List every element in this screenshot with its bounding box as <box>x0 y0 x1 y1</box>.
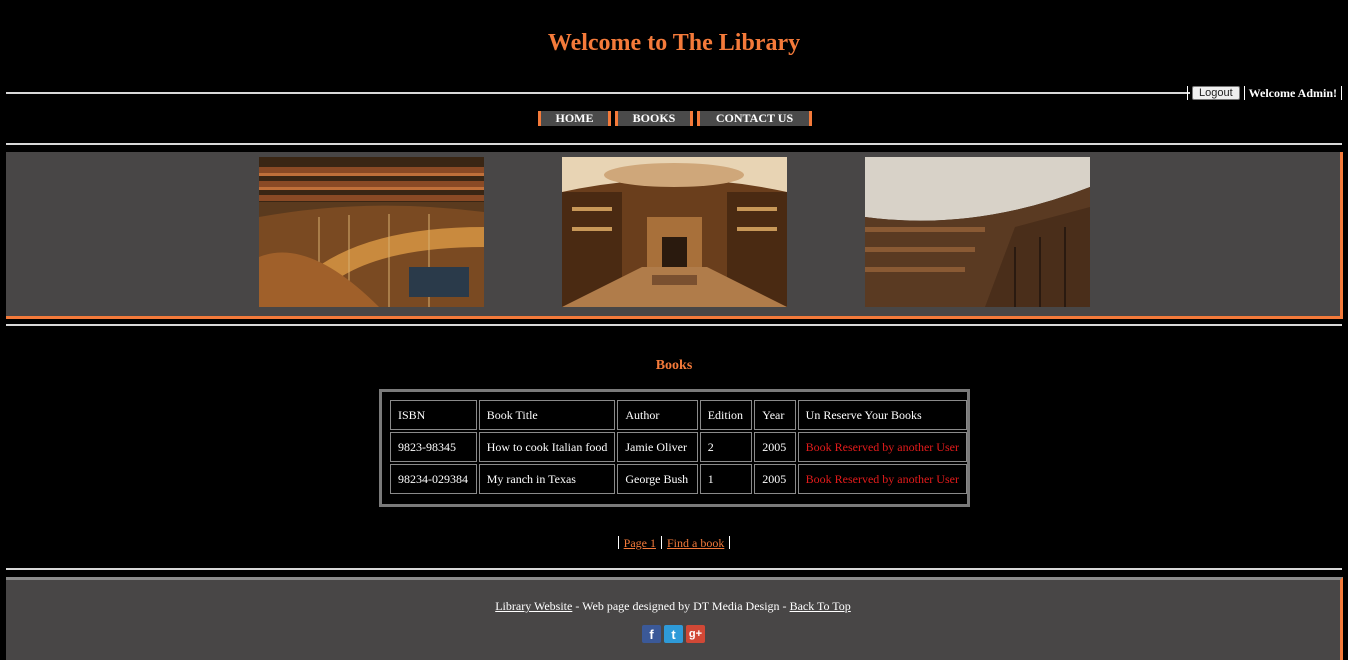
pager: Page 1 Find a book <box>0 536 1348 551</box>
year-cell: 2005 <box>754 464 796 494</box>
author-cell: Jamie Oliver <box>617 432 698 462</box>
twitter-icon[interactable]: t <box>664 625 683 643</box>
find-book-link[interactable]: Find a book <box>667 536 724 550</box>
footer: Library Website - Web page designed by D… <box>6 577 1343 660</box>
pager-separator <box>729 536 731 549</box>
nav-books[interactable]: BOOKS <box>615 111 693 126</box>
welcome-text: Welcome Admin! <box>1248 85 1337 100</box>
footer-text: Library Website - Web page designed by D… <box>6 599 1340 614</box>
reservation-status: Book Reserved by another User <box>797 432 967 462</box>
table-row: 98234-029384 My ranch in Texas George Bu… <box>390 464 967 494</box>
nav-home[interactable]: HOME <box>538 111 611 126</box>
gallery-divider <box>6 324 1342 326</box>
title-cell: My ranch in Texas <box>478 464 616 494</box>
photo-gallery <box>6 152 1343 319</box>
back-to-top-link[interactable]: Back To Top <box>790 599 851 613</box>
column-header: Year <box>754 400 796 430</box>
page-title: Welcome to The Library <box>547 30 801 56</box>
facebook-icon[interactable]: f <box>642 625 661 643</box>
author-cell: George Bush <box>617 464 698 494</box>
library-photo-2 <box>562 157 787 307</box>
nav-contact-us[interactable]: CONTACT US <box>697 111 812 126</box>
user-bar-separator <box>1187 86 1189 100</box>
pager-separator <box>660 536 662 549</box>
user-bar-separator <box>1341 86 1342 100</box>
table-header-row: ISBN Book Title Author Edition Year Un R… <box>390 400 967 430</box>
reservation-status: Book Reserved by another User <box>797 464 967 494</box>
table-row: 9823-98345 How to cook Italian food Jami… <box>390 432 967 462</box>
logout-button[interactable]: Logout <box>1192 86 1240 100</box>
column-header: Edition <box>699 400 753 430</box>
column-header: Un Reserve Your Books <box>797 400 967 430</box>
isbn-cell: 98234-029384 <box>390 464 477 494</box>
user-bar-separator <box>1243 86 1245 100</box>
books-table-frame: ISBN Book Title Author Edition Year Un R… <box>379 389 970 507</box>
top-divider <box>6 92 1190 94</box>
books-table: ISBN Book Title Author Edition Year Un R… <box>388 398 969 496</box>
isbn-cell: 9823-98345 <box>390 432 477 462</box>
library-photo-1 <box>259 157 484 307</box>
social-links: f t g+ <box>642 625 705 643</box>
page-1-link[interactable]: Page 1 <box>624 536 656 550</box>
google-plus-icon[interactable]: g+ <box>686 625 705 643</box>
column-header: ISBN <box>390 400 477 430</box>
pager-separator <box>617 536 619 549</box>
library-website-link[interactable]: Library Website <box>495 599 572 613</box>
edition-cell: 2 <box>699 432 753 462</box>
column-header: Book Title <box>478 400 616 430</box>
column-header: Author <box>617 400 698 430</box>
edition-cell: 1 <box>699 464 753 494</box>
main-nav: HOME BOOKS CONTACT US <box>538 111 812 126</box>
books-heading: Books <box>655 358 693 373</box>
user-bar: Logout Welcome Admin! <box>1187 85 1342 101</box>
title-cell: How to cook Italian food <box>478 432 616 462</box>
nav-divider <box>6 143 1342 145</box>
year-cell: 2005 <box>754 432 796 462</box>
footer-credit: - Web page designed by DT Media Design - <box>572 599 790 613</box>
footer-divider <box>6 568 1342 570</box>
library-photo-3 <box>865 157 1090 307</box>
